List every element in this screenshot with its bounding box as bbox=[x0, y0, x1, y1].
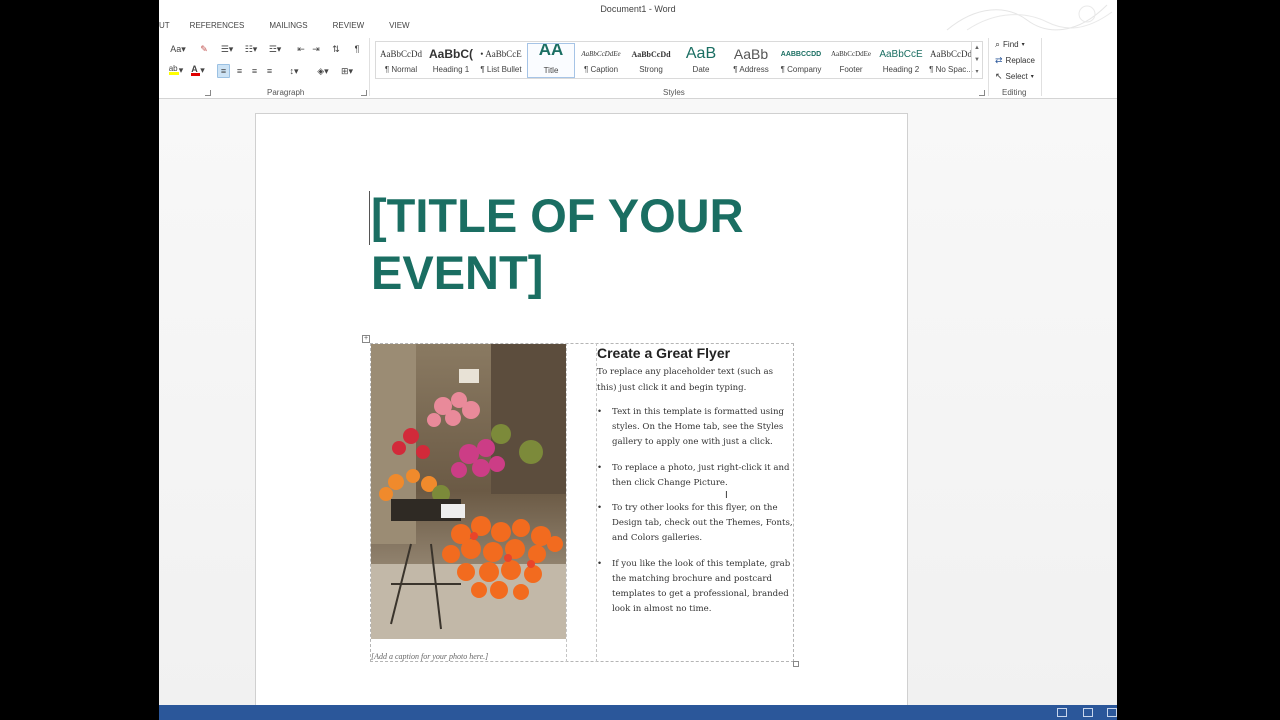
highlight-color-button[interactable]: ab ▾ bbox=[165, 63, 187, 77]
tab-references[interactable]: REFERENCES bbox=[190, 19, 245, 33]
font-color-button[interactable]: A ▾ bbox=[189, 63, 207, 77]
style-caption[interactable]: AaBbCcDdEe ¶ Caption bbox=[577, 43, 625, 78]
ribbon: Aa ▾ ✎ ab ▾ A ▾ ☰▾ ☷▾ ☲▾ ⇤ ⇥ ⇅ ¶ ≡ ≡ ≡ ≡ ↕▾… bbox=[159, 34, 1117, 99]
style-company[interactable]: AABBCCDD ¶ Company bbox=[777, 43, 825, 78]
text-cursor bbox=[369, 191, 370, 245]
tab-layout[interactable]: UT bbox=[159, 19, 170, 33]
numbering-icon[interactable]: ☷▾ bbox=[241, 42, 261, 56]
align-center-icon[interactable]: ≡ bbox=[233, 64, 246, 78]
sort-icon[interactable]: ⇅ bbox=[330, 42, 342, 56]
style-date[interactable]: AaB Date bbox=[677, 43, 725, 78]
style-strong[interactable]: AaBbCcDd Strong bbox=[627, 43, 675, 78]
chevron-down-icon: ▾ bbox=[1030, 74, 1034, 80]
document-page[interactable]: [TITLE OF YOUR EVENT] + [Add a caption f… bbox=[255, 113, 908, 705]
find-button[interactable]: ⌕ Find ▾ bbox=[995, 39, 1025, 50]
flyer-intro[interactable]: To replace any placeholder text (such as… bbox=[597, 365, 795, 396]
ribbon-tabs: UT REFERENCES MAILINGS REVIEW VIEW bbox=[159, 19, 435, 33]
gallery-more-icon[interactable]: ▾ bbox=[972, 66, 982, 78]
decrease-indent-icon[interactable]: ⇤ bbox=[295, 42, 307, 56]
gallery-scroll[interactable]: ▲ ▼ ▾ bbox=[971, 42, 982, 78]
style-no-spacing[interactable]: AaBbCcDd ¶ No Spac... bbox=[927, 43, 975, 78]
document-canvas[interactable]: [TITLE OF YOUR EVENT] + [Add a caption f… bbox=[159, 99, 1117, 705]
replace-icon: ⇄ bbox=[995, 55, 1003, 65]
mouse-ibeam-icon: I bbox=[725, 490, 728, 501]
style-heading-2[interactable]: AaBbCcE Heading 2 bbox=[877, 43, 925, 78]
tab-mailings[interactable]: MAILINGS bbox=[269, 19, 307, 33]
group-separator bbox=[369, 38, 370, 96]
tab-review[interactable]: REVIEW bbox=[333, 19, 365, 33]
align-right-icon[interactable]: ≡ bbox=[248, 64, 261, 78]
clear-formatting-icon[interactable]: ✎ bbox=[197, 42, 211, 56]
replace-button[interactable]: ⇄ Replace bbox=[995, 55, 1035, 66]
bullets-icon[interactable]: ☰▾ bbox=[217, 42, 237, 56]
tips-list: Text in this template is formatted using… bbox=[597, 405, 795, 617]
decorative-swirl bbox=[946, 4, 1113, 31]
show-formatting-icon[interactable]: ¶ bbox=[351, 42, 363, 56]
flyer-text-column[interactable]: Create a Great Flyer To replace any plac… bbox=[597, 344, 795, 627]
binoculars-icon: ⌕ bbox=[995, 39, 1001, 49]
screen-border bbox=[1117, 0, 1280, 720]
table-move-icon[interactable]: + bbox=[362, 335, 370, 343]
borders-icon[interactable]: ⊞▾ bbox=[337, 64, 357, 78]
list-item[interactable]: Text in this template is formatted using… bbox=[597, 405, 795, 451]
web-layout-icon[interactable] bbox=[1107, 708, 1117, 717]
line-spacing-icon[interactable]: ↕▾ bbox=[284, 64, 304, 78]
increase-indent-icon[interactable]: ⇥ bbox=[310, 42, 322, 56]
change-case-button[interactable]: Aa ▾ bbox=[167, 42, 189, 56]
style-list-bullet[interactable]: • AaBbCcE ¶ List Bullet bbox=[477, 43, 525, 78]
list-item[interactable]: To replace a photo, just right-click it … bbox=[597, 461, 795, 491]
table-cell-border bbox=[566, 343, 567, 662]
scroll-down-icon[interactable]: ▼ bbox=[972, 54, 982, 66]
styles-gallery: AaBbCcDd ¶ Normal AaBbC( Heading 1 • AaB… bbox=[375, 41, 983, 79]
styles-dialog-launcher[interactable] bbox=[979, 90, 985, 96]
cursor-icon: ↖ bbox=[995, 71, 1003, 81]
select-button[interactable]: ↖ Select ▾ bbox=[995, 71, 1034, 82]
photo-caption[interactable]: [Add a caption for your photo here.] bbox=[371, 652, 488, 661]
list-item[interactable]: To try other looks for this flyer, on th… bbox=[597, 501, 795, 547]
group-separator bbox=[988, 38, 989, 96]
style-heading-1[interactable]: AaBbC( Heading 1 bbox=[427, 43, 475, 78]
tab-view[interactable]: VIEW bbox=[389, 19, 409, 33]
print-layout-icon[interactable] bbox=[1083, 708, 1093, 717]
flower-photo[interactable] bbox=[371, 344, 566, 639]
style-address[interactable]: AaBb ¶ Address bbox=[727, 43, 775, 78]
status-bar bbox=[159, 705, 1117, 720]
flyer-heading[interactable]: Create a Great Flyer bbox=[597, 344, 795, 362]
word-window: Document1 - Word UT REFERENCES MAILINGS … bbox=[159, 0, 1117, 720]
style-footer[interactable]: AaBbCcDdEe Footer bbox=[827, 43, 875, 78]
shading-icon[interactable]: ◈▾ bbox=[313, 64, 333, 78]
chevron-down-icon: ▾ bbox=[1021, 42, 1025, 48]
multilevel-list-icon[interactable]: ☲▾ bbox=[265, 42, 285, 56]
font-dialog-launcher[interactable] bbox=[205, 90, 211, 96]
group-separator bbox=[1041, 38, 1042, 96]
style-title[interactable]: AA Title bbox=[527, 43, 575, 78]
window-title: Document1 - Word bbox=[600, 4, 676, 14]
event-title[interactable]: [TITLE OF YOUR EVENT] bbox=[371, 187, 771, 301]
style-normal[interactable]: AaBbCcDd ¶ Normal bbox=[377, 43, 425, 78]
editing-group-label: Editing bbox=[1002, 88, 1027, 97]
styles-group-label: Styles bbox=[663, 88, 685, 97]
table-resize-handle[interactable] bbox=[793, 661, 799, 667]
justify-icon[interactable]: ≡ bbox=[263, 64, 276, 78]
align-left-icon[interactable]: ≡ bbox=[217, 64, 230, 78]
scroll-up-icon[interactable]: ▲ bbox=[972, 42, 982, 54]
paragraph-group-label: Paragraph bbox=[267, 88, 305, 97]
read-mode-icon[interactable] bbox=[1057, 708, 1067, 717]
paragraph-dialog-launcher[interactable] bbox=[361, 90, 367, 96]
list-item[interactable]: If you like the look of this template, g… bbox=[597, 557, 795, 618]
